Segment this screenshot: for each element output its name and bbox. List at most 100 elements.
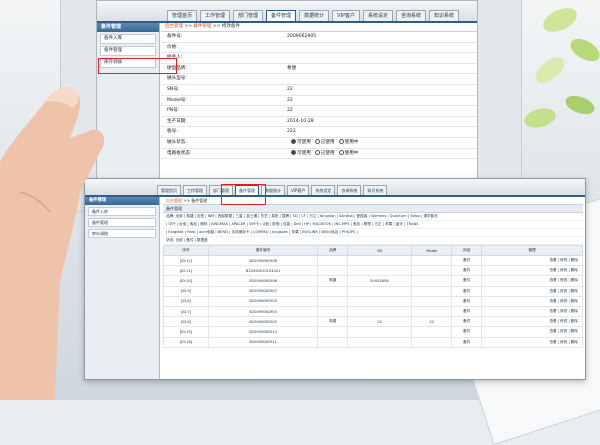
table-cell-model bbox=[411, 336, 453, 348]
table-cell-ops[interactable]: 查看 | 修改 | 删除 bbox=[481, 265, 583, 277]
form-label: 生产日期: bbox=[167, 118, 187, 124]
nav-tab[interactable]: 工作管理 bbox=[200, 10, 231, 21]
nav-tab[interactable]: 知识系统 bbox=[363, 185, 388, 195]
table-cell-sn bbox=[347, 336, 413, 348]
radio-label: 使用中 bbox=[344, 139, 359, 145]
table-cell-use: 备件 bbox=[451, 254, 483, 267]
table-cell-code: B20090062904 bbox=[207, 305, 319, 318]
top-screen: 管理首页 工作管理 部门管理 备件管理 数据统计 VIP客户 系统设定 咨询系统 知识系统 备件… bbox=[96, 0, 478, 196]
table-cell-sn bbox=[347, 265, 413, 277]
nav-tab[interactable]: 部门管理 bbox=[209, 185, 233, 195]
breadcrumb-home[interactable]: 后台管理 bbox=[166, 198, 182, 203]
nav-tab[interactable]: 备件管理 bbox=[235, 185, 259, 195]
form-label: PN号: bbox=[167, 108, 180, 114]
nav-tab[interactable]: 咨询系统 bbox=[337, 185, 362, 195]
nav-tab[interactable]: 部门管理 bbox=[233, 10, 264, 21]
form-label: 硬盘品牌: bbox=[167, 65, 187, 71]
sidebar-item-transfer[interactable]: 库存调拨 bbox=[100, 58, 156, 68]
table-cell-use: 备件 bbox=[451, 326, 483, 338]
table-cell-code: B20090062911 bbox=[207, 336, 319, 348]
table-row: [ID:11] B20090010104001 备件 查看 | 修改 | 删除 bbox=[163, 265, 583, 277]
table-cell-sn bbox=[347, 326, 413, 338]
table-cell-ops[interactable]: 查看 | 修改 | 删除 bbox=[481, 295, 583, 307]
status-filter[interactable]: 状态: 全部 | 备件 | 数据盘 bbox=[163, 237, 583, 245]
table-cell-brand: 希捷 bbox=[317, 316, 349, 328]
form-row: 板号: 222 bbox=[161, 127, 477, 138]
table-cell-id: [ID:16] bbox=[163, 336, 209, 348]
table-header: Model bbox=[411, 245, 453, 256]
nav-tab[interactable]: 管理首页 bbox=[167, 10, 198, 21]
radio-button[interactable] bbox=[338, 149, 344, 155]
top-main: 后台管理 >> 备件管理 >> 修改备件 备件号: 2009062905 价格: 经手… bbox=[161, 23, 477, 195]
nav-tab[interactable]: VIP客户 bbox=[287, 185, 310, 195]
table-cell-brand bbox=[317, 326, 349, 338]
form-value bbox=[287, 43, 477, 53]
form-row: 磁头型号: bbox=[161, 74, 477, 85]
table-header: 备件编号 bbox=[207, 245, 319, 256]
brand-filter-line-2[interactable]: | 中兴 | 台电 | 索尼 | 朗科 | KINGMAX | APACER |… bbox=[163, 221, 583, 229]
form-value: 22 bbox=[287, 86, 293, 92]
table-cell-ops[interactable]: 查看 | 修改 | 删除 bbox=[481, 326, 583, 338]
table-cell-ops[interactable]: 查看 | 修改 | 删除 bbox=[481, 305, 583, 318]
photo-background: 管理首页 工作管理 部门管理 备件管理 数据统计 VIP客户 系统设定 咨询系统 知识系统 备件… bbox=[0, 0, 600, 445]
form-value: 222 bbox=[287, 129, 296, 135]
table-cell-ops[interactable]: 查看 | 修改 | 删除 bbox=[481, 285, 583, 297]
brand-filter-line-3[interactable]: | Kingdisk | Frost | acer电脑 | BENQ | 手机储… bbox=[163, 229, 583, 237]
radio-button[interactable] bbox=[291, 149, 296, 155]
radio-button[interactable] bbox=[314, 138, 320, 144]
form-value: 22 bbox=[287, 108, 293, 114]
form-label: 磁头状态: bbox=[167, 139, 187, 145]
table-row: [ID:12] B20090062908 备件 查看 | 修改 | 删除 bbox=[163, 254, 583, 267]
nav-tab[interactable]: 咨询系统 bbox=[396, 10, 427, 21]
table-header: 管理 bbox=[481, 245, 583, 256]
table-cell-ops[interactable]: 查看 | 修改 | 删除 bbox=[481, 316, 583, 328]
table-cell-use: 备件 bbox=[451, 275, 483, 287]
table-cell-ops[interactable]: 查看 | 修改 | 删除 bbox=[481, 336, 583, 348]
table-cell-code: B20090062908 bbox=[207, 254, 319, 267]
form-row: 电路板状态: 可使用 已使用 使用中 bbox=[161, 149, 477, 160]
brand-filter[interactable]: 品牌: 全部 | 希捷 | 迈拓 | IBM | 西部数据 | 三星 | 富士通… bbox=[163, 213, 583, 221]
form-value: 希捷 bbox=[287, 65, 297, 71]
breadcrumb-home[interactable]: 后台管理 bbox=[165, 24, 183, 29]
table-cell-code: B20090062907 bbox=[207, 285, 319, 297]
nav-tab[interactable]: 数据统计 bbox=[299, 10, 330, 21]
form-value: 2009062905 bbox=[287, 34, 317, 39]
table-cell-id: [ID:7] bbox=[163, 305, 209, 318]
nav-tab[interactable]: 系统设定 bbox=[363, 10, 394, 21]
table-cell-model bbox=[411, 326, 453, 338]
nav-tab[interactable]: 管理首页 bbox=[157, 185, 181, 195]
nav-tab[interactable]: 系统设定 bbox=[311, 185, 336, 195]
table-cell-code: B20090062910 bbox=[207, 326, 319, 338]
breadcrumb-section[interactable]: 备件管理 bbox=[191, 198, 207, 203]
sidebar-item-stock-in[interactable]: 备件入库 bbox=[100, 34, 156, 44]
radio-button[interactable] bbox=[314, 149, 320, 155]
table-cell-brand: 希捷 bbox=[317, 275, 349, 287]
table-cell-model bbox=[411, 275, 453, 287]
nav-tab[interactable]: 数据统计 bbox=[261, 185, 285, 195]
radio-button[interactable] bbox=[291, 138, 296, 144]
table-cell-use: 备件 bbox=[451, 305, 483, 318]
nav-tab[interactable]: 工作管理 bbox=[183, 185, 207, 195]
table-cell-brand bbox=[317, 285, 349, 297]
table-cell-code: B20090062903 bbox=[207, 295, 319, 307]
bottom-nav: 管理首页 工作管理 部门管理 备件管理 数据统计 VIP客户 系统设定 咨询系统 知识系统 bbox=[85, 179, 585, 197]
nav-tab[interactable]: 备件管理 bbox=[266, 10, 297, 21]
sidebar-item-manage[interactable]: 备件管理 bbox=[100, 46, 156, 56]
form-row: 价格: bbox=[161, 43, 477, 54]
table-cell-model bbox=[411, 295, 453, 307]
table-cell-code: B20090062905 bbox=[207, 316, 319, 328]
form-value[interactable]: 可使用 已使用 使用中 bbox=[287, 138, 477, 148]
table-cell-brand bbox=[317, 265, 349, 277]
form-value: 22 bbox=[287, 97, 293, 103]
form-label: 电路板状态: bbox=[167, 150, 192, 156]
form-value[interactable]: 可使用 已使用 使用中 bbox=[287, 149, 477, 159]
form-label: 经手人: bbox=[167, 55, 183, 61]
nav-tab[interactable]: 知识系统 bbox=[429, 10, 460, 21]
breadcrumb-section[interactable]: 备件管理 bbox=[193, 24, 211, 29]
table-cell-ops[interactable]: 查看 | 修改 | 删除 bbox=[481, 254, 583, 267]
breadcrumb: 后台管理 >> 备件管理 >> 修改备件 bbox=[161, 23, 477, 32]
table-cell-ops[interactable]: 查看 | 修改 | 删除 bbox=[481, 275, 583, 287]
nav-tab[interactable]: VIP客户 bbox=[332, 10, 360, 21]
table-cell-model bbox=[411, 305, 453, 318]
radio-button[interactable] bbox=[338, 138, 344, 144]
